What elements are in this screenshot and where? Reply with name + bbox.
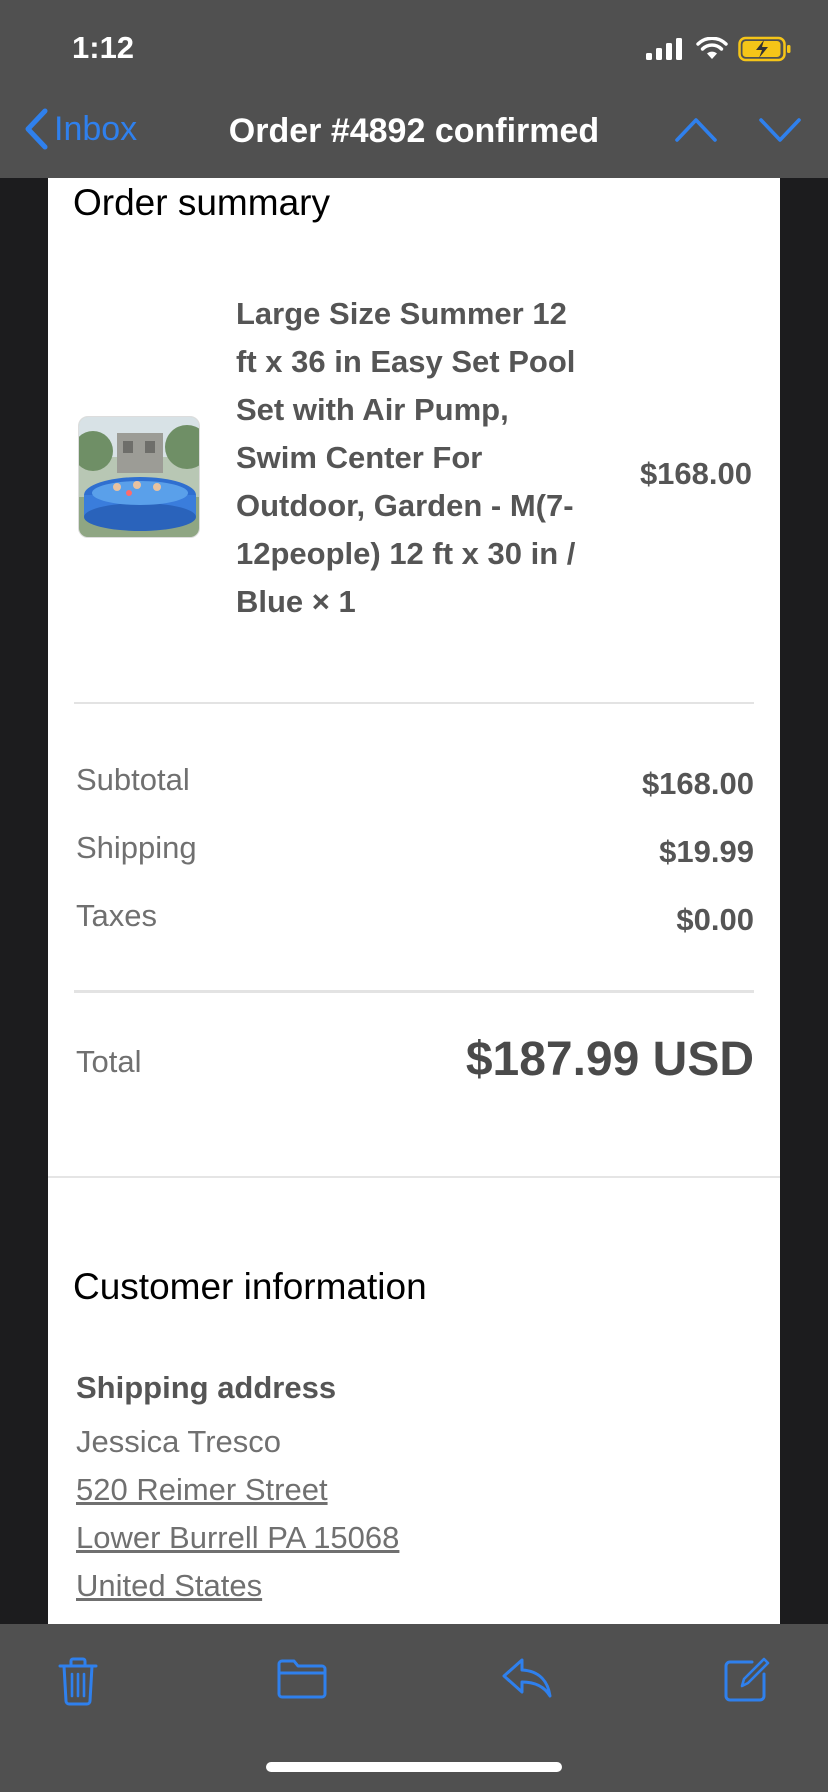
shipping-address-heading: Shipping address: [76, 1370, 337, 1405]
shipping-value: $19.99: [659, 834, 754, 869]
mail-screen: 1:12 Inbox Order #4892 confirmed Order s…: [0, 0, 828, 1792]
email-body: Order summary Large Size Summer 12 ft x …: [48, 178, 780, 1624]
previous-message-icon[interactable]: [674, 114, 718, 144]
address-street-link[interactable]: 520 Reimer Street: [76, 1472, 328, 1508]
taxes-label: Taxes: [76, 898, 157, 933]
signal-icon: [646, 38, 682, 60]
shipping-label: Shipping: [76, 830, 197, 865]
pool-image-icon: [79, 417, 199, 537]
compose-icon[interactable]: [722, 1656, 770, 1704]
section-divider: [48, 1176, 780, 1178]
nav-bar: Inbox Order #4892 confirmed: [0, 100, 828, 178]
subtotal-value: $168.00: [641, 766, 754, 801]
status-time: 1:12: [72, 30, 135, 65]
address-city-link[interactable]: Lower Burrell PA 15068: [76, 1520, 399, 1556]
wifi-icon: [696, 37, 728, 59]
reply-icon[interactable]: [500, 1656, 554, 1700]
address-country-link[interactable]: United States: [76, 1568, 262, 1604]
next-message-icon[interactable]: [758, 114, 802, 144]
product-price: $168.00: [639, 456, 752, 491]
taxes-value: $0.00: [676, 902, 754, 937]
divider: [74, 702, 754, 704]
status-bar: 1:12: [0, 0, 828, 100]
trash-icon[interactable]: [56, 1656, 100, 1706]
message-nav-arrows: [674, 114, 802, 144]
battery-charging-icon: [738, 36, 791, 62]
divider: [74, 990, 754, 993]
subtotal-label: Subtotal: [76, 762, 190, 797]
home-indicator[interactable]: [266, 1762, 562, 1772]
product-image: [78, 416, 200, 538]
status-icons: [646, 36, 792, 62]
order-summary-heading: Order summary: [73, 182, 330, 223]
total-label: Total: [76, 1044, 142, 1079]
customer-name: Jessica Tresco: [76, 1424, 282, 1459]
total-value: $187.99 USD: [465, 1033, 754, 1086]
folder-icon[interactable]: [276, 1656, 328, 1700]
product-name: Large Size Summer 12 ft x 36 in Easy Set…: [236, 296, 576, 619]
customer-info-heading: Customer information: [73, 1266, 427, 1307]
